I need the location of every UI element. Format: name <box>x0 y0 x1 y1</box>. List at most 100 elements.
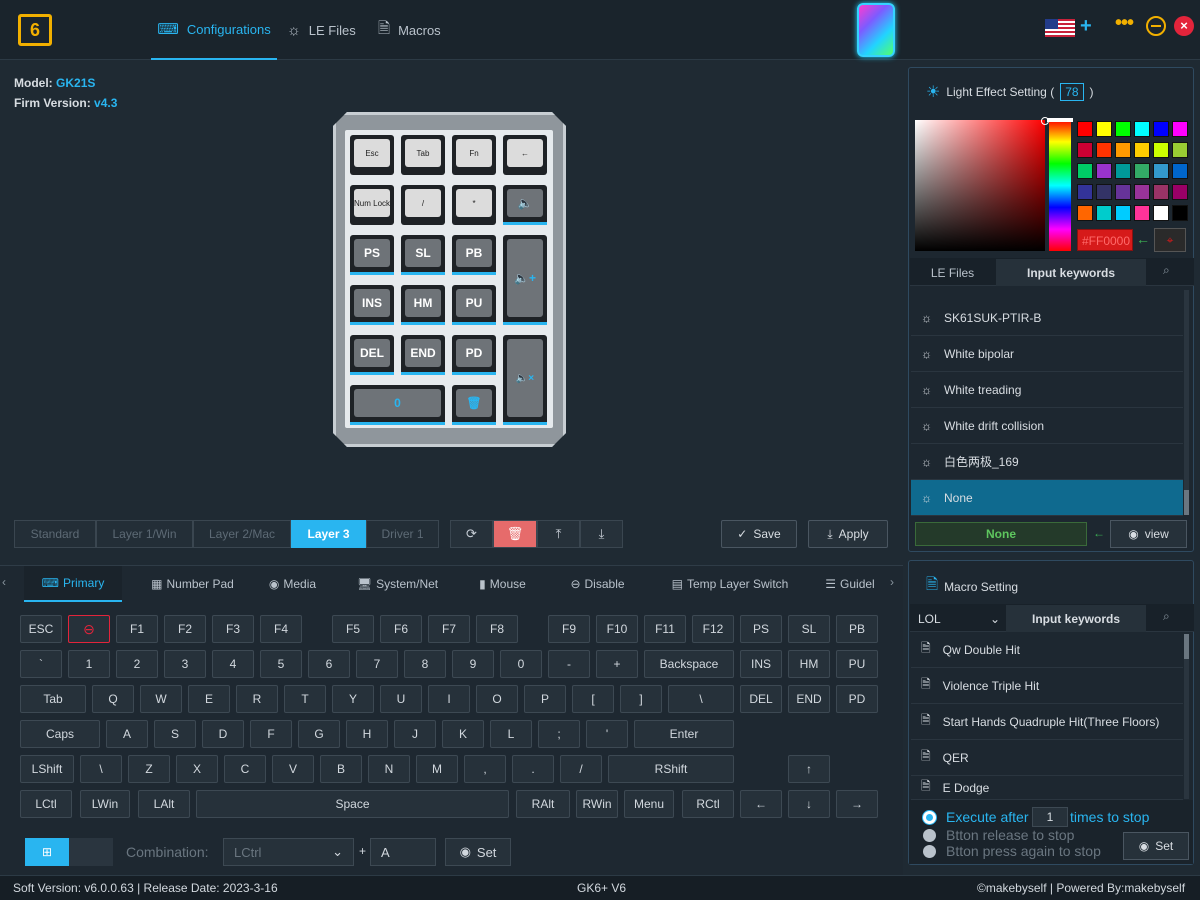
close-button[interactable]: × <box>1174 16 1194 36</box>
key[interactable]: ; <box>538 720 580 748</box>
key[interactable]: RShift <box>608 755 734 783</box>
combination-key-input[interactable]: A <box>370 838 436 866</box>
device-key[interactable]: HM <box>401 285 445 325</box>
key[interactable]: 7 <box>356 650 398 678</box>
key[interactable]: . <box>512 755 554 783</box>
execute-times-radio[interactable] <box>923 811 936 824</box>
execute-count-input[interactable]: 1 <box>1032 807 1068 827</box>
hex-color-input[interactable]: #FF0000 <box>1077 229 1133 251</box>
key[interactable]: F11 <box>644 615 686 643</box>
key[interactable]: 2 <box>116 650 158 678</box>
search-icon[interactable]: ⌕ <box>1163 609 1170 624</box>
color-swatch[interactable] <box>1153 184 1169 200</box>
key[interactable]: 3 <box>164 650 206 678</box>
color-swatch[interactable] <box>1153 121 1169 137</box>
device-key[interactable]: DEL <box>350 335 394 375</box>
key[interactable]: \ <box>80 755 122 783</box>
le-scrollbar[interactable] <box>1184 290 1189 515</box>
key[interactable]: P <box>524 685 566 713</box>
color-swatch[interactable] <box>1115 121 1131 137</box>
key[interactable]: F7 <box>428 615 470 643</box>
device-key[interactable]: Num Lock <box>350 185 394 225</box>
key[interactable]: R <box>236 685 278 713</box>
key[interactable]: F3 <box>212 615 254 643</box>
color-swatch[interactable] <box>1115 184 1131 200</box>
device-key[interactable]: PD <box>452 335 496 375</box>
macro-keyword-input[interactable]: Input keywords <box>1006 605 1146 632</box>
modifier-select[interactable]: LCtrl ⌄ <box>223 838 354 866</box>
layer-1-win[interactable]: Layer 1/Win <box>96 520 193 548</box>
reset-button[interactable]: ⟳ <box>450 520 493 548</box>
macro-list-item[interactable]: 🗎 Violence Triple Hit <box>911 668 1183 704</box>
layer-2-mac[interactable]: Layer 2/Mac <box>193 520 291 548</box>
press-again-stop-radio[interactable] <box>923 845 936 858</box>
le-list-item[interactable]: ☼ SK61SUK-PTIR-B <box>911 300 1183 336</box>
key[interactable]: INS <box>740 650 782 678</box>
tab-disable[interactable]: ⊖ Disable <box>555 566 640 602</box>
color-swatch[interactable] <box>1172 121 1188 137</box>
key[interactable]: F5 <box>332 615 374 643</box>
color-swatch[interactable] <box>1115 205 1131 221</box>
device-key[interactable]: END <box>401 335 445 375</box>
le-list-item[interactable]: ☼ 白色两极_169 <box>911 444 1183 480</box>
device-key[interactable]: / <box>401 185 445 225</box>
device-key[interactable]: 0 <box>350 385 445 425</box>
search-icon[interactable]: ⌕ <box>1163 263 1170 278</box>
key[interactable]: Z <box>128 755 170 783</box>
windows-os-button[interactable]: ⊞ <box>25 838 69 866</box>
key[interactable]: O <box>476 685 518 713</box>
hue-slider-handle[interactable] <box>1047 118 1073 122</box>
key[interactable]: F2 <box>164 615 206 643</box>
key[interactable]: 0 <box>500 650 542 678</box>
macro-list-item[interactable]: 🗎 Start Hands Quadruple Hit(Three Floors) <box>911 704 1183 740</box>
key[interactable]: F1 <box>116 615 158 643</box>
layer-driver-1[interactable]: Driver 1 <box>366 520 439 548</box>
color-swatch[interactable] <box>1077 163 1093 179</box>
view-button[interactable]: ◉ view <box>1110 520 1187 548</box>
color-swatch[interactable] <box>1134 121 1150 137</box>
device-key[interactable]: Fn <box>452 135 496 175</box>
more-options-icon[interactable]: ••• <box>1115 12 1134 35</box>
key[interactable]: + <box>596 650 638 678</box>
key[interactable]: G <box>298 720 340 748</box>
key[interactable]: Y <box>332 685 374 713</box>
key[interactable]: K <box>442 720 484 748</box>
color-swatch[interactable] <box>1134 163 1150 179</box>
layer-standard[interactable]: Standard <box>14 520 96 548</box>
key[interactable]: A <box>106 720 148 748</box>
key[interactable]: M <box>416 755 458 783</box>
key[interactable]: F <box>250 720 292 748</box>
key[interactable]: F10 <box>596 615 638 643</box>
key[interactable]: W <box>140 685 182 713</box>
key[interactable]: Tab <box>20 685 86 713</box>
key[interactable]: LShift <box>20 755 74 783</box>
key[interactable]: U <box>380 685 422 713</box>
key[interactable]: END <box>788 685 830 713</box>
key[interactable]: RAlt <box>516 790 570 818</box>
key[interactable]: PB <box>836 615 878 643</box>
key[interactable]: 5 <box>260 650 302 678</box>
key[interactable]: T <box>284 685 326 713</box>
minimize-button[interactable] <box>1146 16 1166 36</box>
color-swatch[interactable] <box>1172 142 1188 158</box>
color-swatch[interactable] <box>1172 163 1188 179</box>
key[interactable]: Enter <box>634 720 734 748</box>
key[interactable]: Space <box>196 790 509 818</box>
le-list-item-selected[interactable]: ☼ None <box>911 480 1183 516</box>
key[interactable]: SL <box>788 615 830 643</box>
macro-list-item[interactable]: 🗎 Qw Double Hit <box>911 632 1183 668</box>
macro-set-button[interactable]: ◉ Set <box>1123 832 1189 860</box>
key[interactable]: LWin <box>80 790 130 818</box>
key[interactable]: ' <box>586 720 628 748</box>
tab-macros[interactable]: 🗎 Macros <box>378 0 458 60</box>
import-button[interactable]: ⤓ <box>580 520 623 548</box>
le-scrollbar-thumb[interactable] <box>1184 490 1189 515</box>
key[interactable]: F9 <box>548 615 590 643</box>
keyboard-thumbnail[interactable] <box>857 3 895 57</box>
tab-primary[interactable]: ⌨ Primary <box>24 566 122 602</box>
tab-le-files[interactable]: ☼ LE Files <box>287 0 367 60</box>
color-swatch[interactable] <box>1153 163 1169 179</box>
release-stop-radio[interactable] <box>923 829 936 842</box>
key[interactable]: E <box>188 685 230 713</box>
device-key[interactable]: PS <box>350 235 394 275</box>
